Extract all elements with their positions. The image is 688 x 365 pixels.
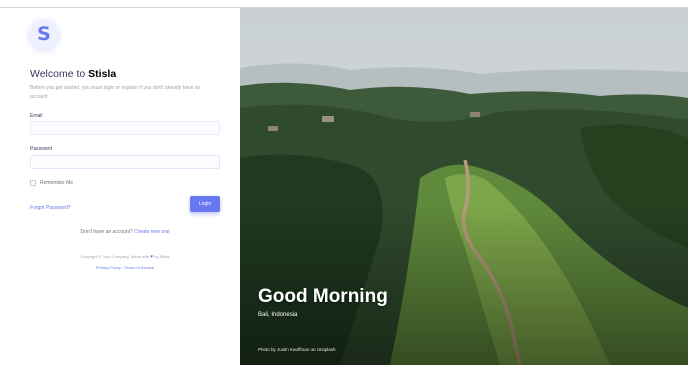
signup-text: Don't have an account? Create new one	[0, 229, 250, 235]
hero-landscape	[240, 8, 688, 365]
password-label: Password	[30, 146, 52, 152]
remember-me[interactable]: Remember Me	[30, 180, 73, 186]
top-border	[0, 0, 688, 8]
checkbox-icon[interactable]	[30, 180, 36, 186]
login-panel	[0, 8, 240, 365]
copyright-prefix: Copyright © Your Company. Made with	[80, 254, 150, 259]
welcome-subtext: Before you get started, you must login o…	[30, 85, 201, 100]
welcome-heading: Welcome to Stisla	[30, 68, 116, 80]
signup-prefix: Don't have an account?	[80, 229, 135, 235]
copyright-suffix: by Stisla	[154, 254, 170, 259]
brand-logo: S	[29, 19, 59, 49]
create-account-link[interactable]: Create new one	[134, 229, 169, 235]
welcome-brand: Stisla	[88, 68, 117, 80]
hero-image	[240, 8, 688, 365]
hero-greeting: Good Morning	[258, 286, 388, 307]
heart-icon: ♥	[150, 254, 154, 260]
password-input[interactable]	[30, 155, 220, 169]
logo-letter: S	[37, 22, 51, 45]
footer-links: Privacy Policy • Terms of Service	[0, 265, 250, 270]
email-input[interactable]	[30, 121, 220, 135]
hero-location: Bali, Indonesia	[258, 312, 298, 318]
welcome-prefix: Welcome to	[30, 68, 89, 80]
login-button[interactable]: Login	[190, 196, 220, 212]
forgot-password-link[interactable]: Forgot Password?	[30, 205, 71, 211]
photo-credit: Photo by Justin Kauffman on Unsplash	[258, 347, 336, 352]
email-label: Email	[30, 113, 43, 119]
remember-me-label: Remember Me	[40, 180, 74, 186]
privacy-policy-link[interactable]: Privacy Policy	[96, 265, 121, 270]
terms-of-service-link[interactable]: Terms of Service	[124, 265, 154, 270]
copyright: Copyright © Your Company. Made with ♥ by…	[0, 254, 250, 260]
